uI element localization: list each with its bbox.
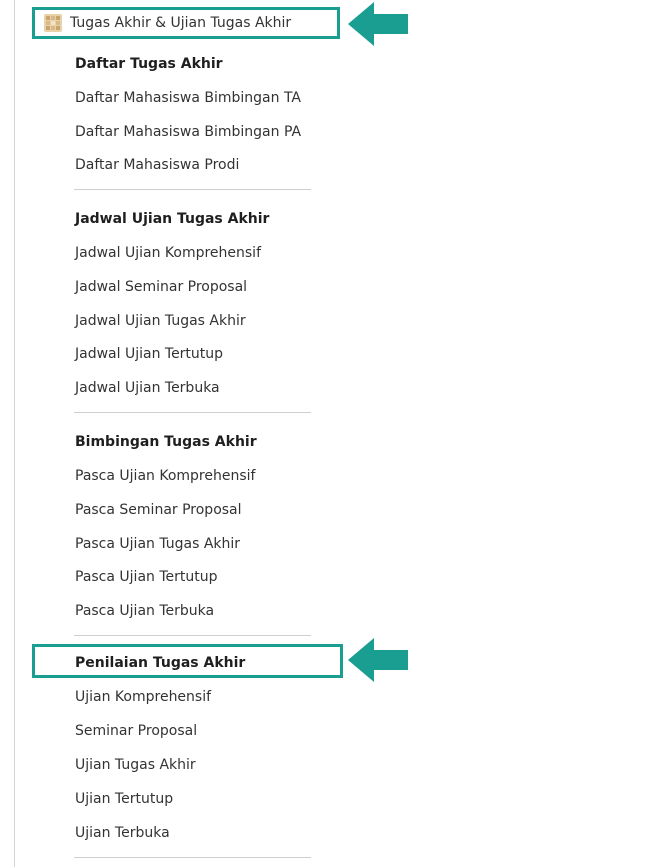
page: Tugas Akhir & Ujian Tugas Akhir Daftar T… bbox=[0, 0, 659, 867]
menu-item-pasca-ujian-terbuka[interactable]: Pasca Ujian Terbuka bbox=[75, 602, 214, 620]
menu-item-jadwal-ujian-tertutup[interactable]: Jadwal Ujian Tertutup bbox=[75, 345, 223, 363]
menu-item-pasca-seminar-proposal[interactable]: Pasca Seminar Proposal bbox=[75, 501, 242, 519]
section-heading-penilaian-tugas-akhir: Penilaian Tugas Akhir bbox=[75, 655, 246, 671]
menu-list: Daftar Tugas Akhir Daftar Mahasiswa Bimb… bbox=[0, 0, 659, 867]
divider bbox=[74, 857, 311, 858]
divider bbox=[74, 412, 311, 413]
menu-item-ujian-tertutup[interactable]: Ujian Tertutup bbox=[75, 790, 173, 808]
section-heading-jadwal-ujian-tugas-akhir: Jadwal Ujian Tugas Akhir bbox=[75, 211, 270, 227]
menu-item-jadwal-seminar-proposal[interactable]: Jadwal Seminar Proposal bbox=[75, 278, 247, 296]
divider bbox=[74, 635, 311, 636]
menu-item-seminar-proposal[interactable]: Seminar Proposal bbox=[75, 722, 197, 740]
menu-item-pasca-ujian-tugas-akhir[interactable]: Pasca Ujian Tugas Akhir bbox=[75, 535, 240, 553]
menu-item-pasca-ujian-tertutup[interactable]: Pasca Ujian Tertutup bbox=[75, 568, 218, 586]
menu-item-daftar-mahasiswa-bimbingan-ta[interactable]: Daftar Mahasiswa Bimbingan TA bbox=[75, 89, 301, 107]
divider bbox=[74, 189, 311, 190]
section-heading-bimbingan-tugas-akhir: Bimbingan Tugas Akhir bbox=[75, 434, 257, 450]
menu-item-jadwal-ujian-tugas-akhir[interactable]: Jadwal Ujian Tugas Akhir bbox=[75, 312, 246, 330]
menu-item-jadwal-ujian-komprehensif[interactable]: Jadwal Ujian Komprehensif bbox=[75, 244, 261, 262]
menu-item-ujian-terbuka[interactable]: Ujian Terbuka bbox=[75, 824, 170, 842]
menu-item-daftar-mahasiswa-bimbingan-pa[interactable]: Daftar Mahasiswa Bimbingan PA bbox=[75, 123, 301, 141]
menu-item-pasca-ujian-komprehensif[interactable]: Pasca Ujian Komprehensif bbox=[75, 467, 255, 485]
menu-item-daftar-mahasiswa-prodi[interactable]: Daftar Mahasiswa Prodi bbox=[75, 156, 239, 174]
menu-item-jadwal-ujian-terbuka[interactable]: Jadwal Ujian Terbuka bbox=[75, 379, 220, 397]
section-heading-daftar-tugas-akhir: Daftar Tugas Akhir bbox=[75, 56, 223, 72]
menu-item-ujian-tugas-akhir[interactable]: Ujian Tugas Akhir bbox=[75, 756, 196, 774]
menu-item-ujian-komprehensif[interactable]: Ujian Komprehensif bbox=[75, 688, 211, 706]
left-arrow-icon bbox=[348, 638, 408, 682]
